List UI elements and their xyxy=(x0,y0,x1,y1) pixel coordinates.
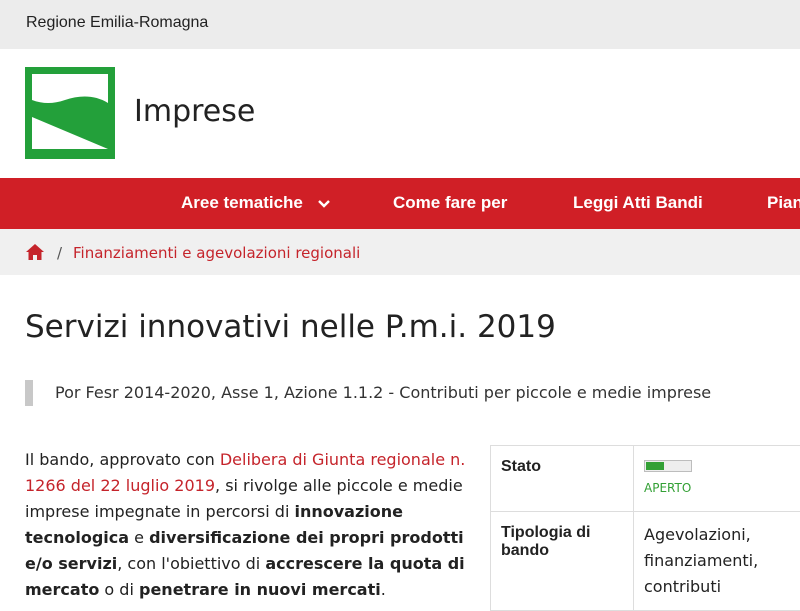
tipologia-value: Agevolazioni, finanziamenti, contributi xyxy=(634,512,800,611)
body-text-3: e xyxy=(129,528,149,547)
site-header: Imprese xyxy=(0,49,800,178)
nav-item-aree-tematiche[interactable]: Aree tematiche xyxy=(181,193,330,213)
table-row: Tipologia di bando Agevolazioni, finanzi… xyxy=(491,512,800,611)
body-bold-4: penetrare in nuovi mercati xyxy=(139,580,381,599)
body-text-6: . xyxy=(381,580,386,599)
lead-quote-bar xyxy=(25,380,33,406)
home-icon[interactable] xyxy=(25,243,45,261)
stato-value-cell: APERTO xyxy=(634,446,800,512)
status-progress-fill xyxy=(646,462,664,470)
body-text-5: o di xyxy=(99,580,139,599)
breadcrumb-item-finanziamenti[interactable]: Finanziamenti e agevolazioni regionali xyxy=(73,244,360,262)
table-row: Stato APERTO xyxy=(491,446,800,512)
tipologia-label: Tipologia di bando xyxy=(491,512,634,611)
body-text-1: Il bando, approvato con xyxy=(25,450,220,469)
site-title[interactable]: Imprese xyxy=(134,94,255,129)
body-text-4: , con l'obiettivo di xyxy=(117,554,265,573)
status-progress-bar xyxy=(644,460,692,472)
intro-paragraph: Il bando, approvato con Delibera di Giun… xyxy=(25,447,475,603)
nav-item-label: Aree tematiche xyxy=(181,193,303,212)
top-bar: Regione Emilia-Romagna xyxy=(0,0,800,49)
stato-label: Stato xyxy=(491,446,634,512)
status-badge: APERTO xyxy=(644,475,799,501)
nav-item-pian[interactable]: Pian xyxy=(767,193,800,213)
nav-item-leggi-atti-bandi[interactable]: Leggi Atti Bandi xyxy=(573,193,703,213)
breadcrumb: / Finanziamenti e agevolazioni regionali xyxy=(0,229,800,275)
main-nav: Aree tematiche Come fare per Leggi Atti … xyxy=(0,178,800,229)
bando-info-table: Stato APERTO Tipologia di bando Agevolaz… xyxy=(490,445,800,611)
page-title: Servizi innovativi nelle P.m.i. 2019 xyxy=(25,309,556,345)
region-link[interactable]: Regione Emilia-Romagna xyxy=(26,14,208,32)
chevron-down-icon xyxy=(318,200,330,208)
region-logo[interactable] xyxy=(25,67,115,159)
breadcrumb-separator: / xyxy=(57,244,62,262)
nav-item-come-fare-per[interactable]: Come fare per xyxy=(393,193,507,213)
page-lead: Por Fesr 2014-2020, Asse 1, Azione 1.1.2… xyxy=(55,383,711,402)
